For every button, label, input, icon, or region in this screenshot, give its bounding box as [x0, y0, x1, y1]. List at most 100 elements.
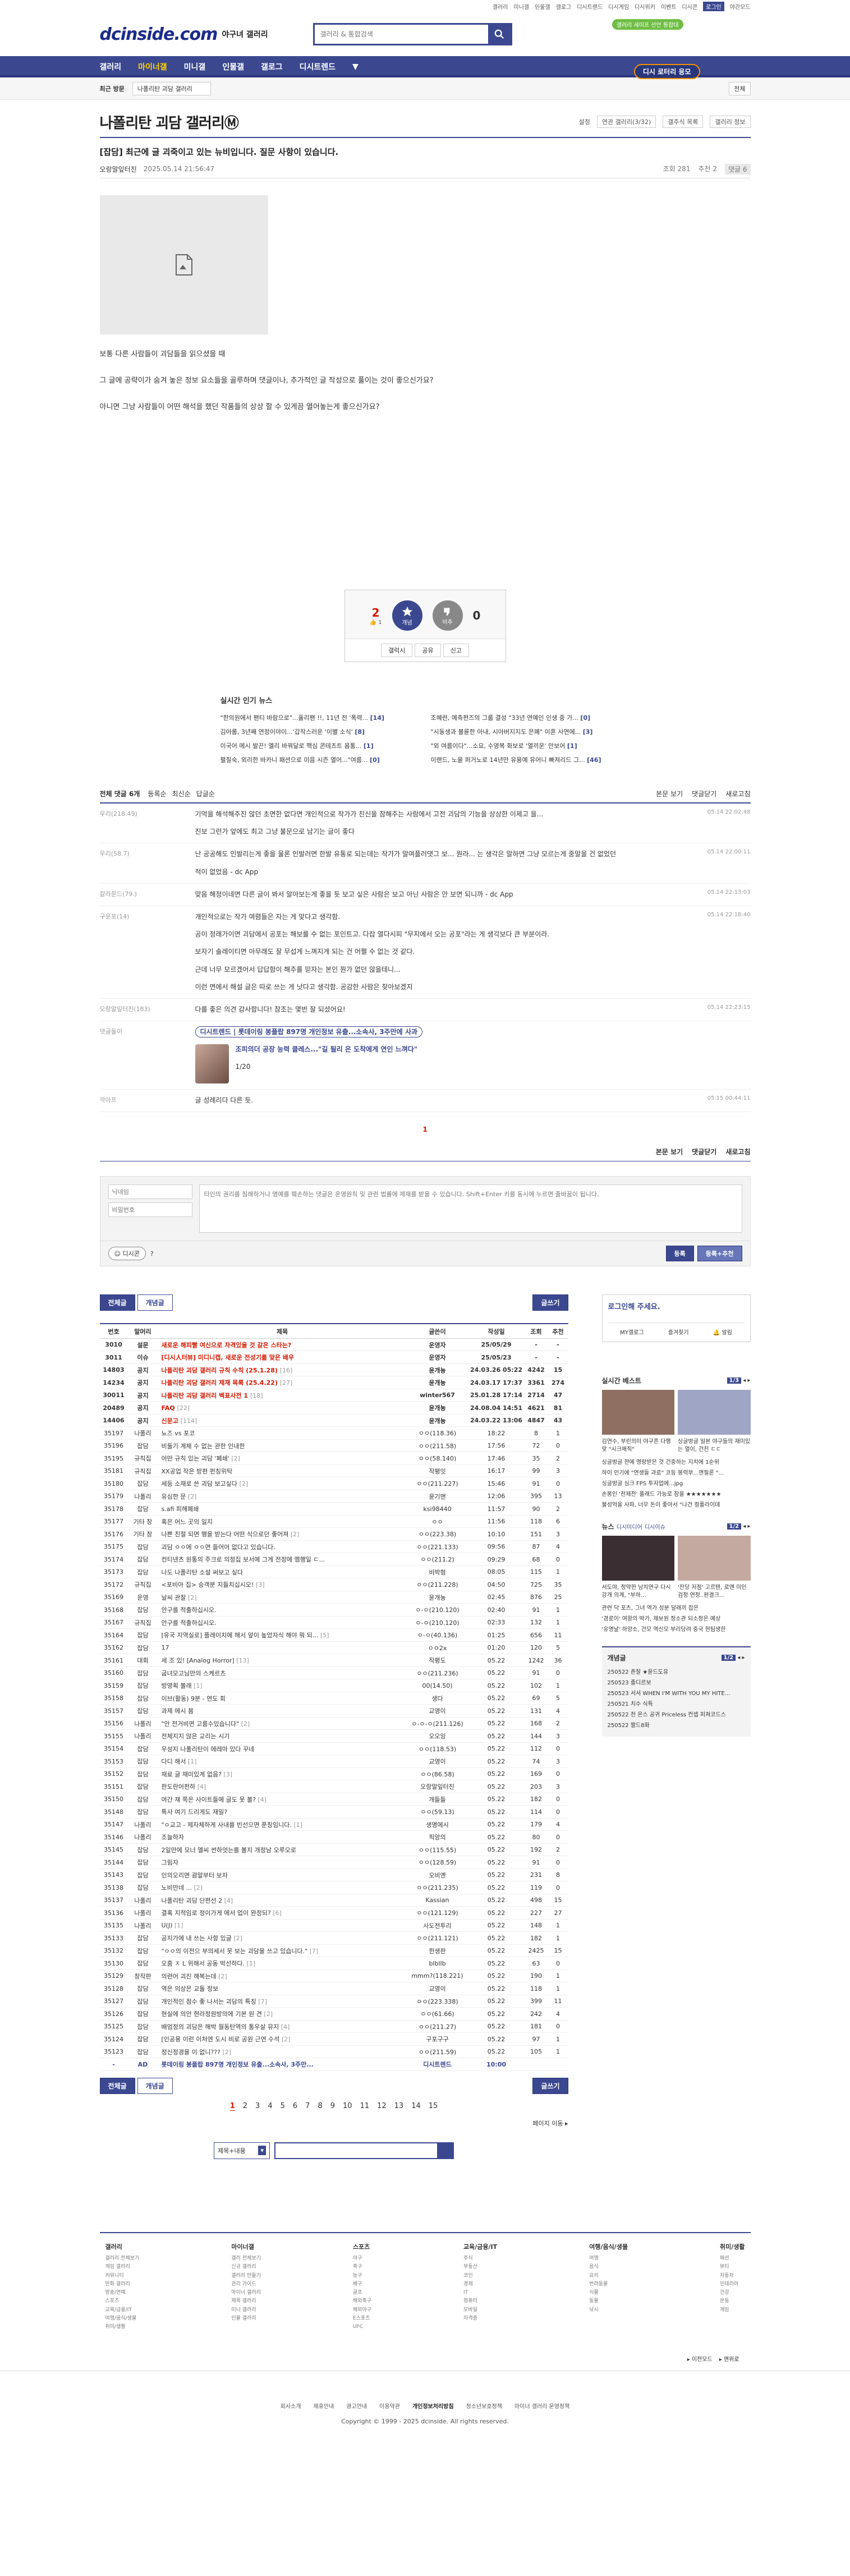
post-writer[interactable]: ksi98440: [406, 1502, 468, 1516]
footer-column-title[interactable]: 갤러리: [105, 2242, 140, 2251]
top-link[interactable]: 이벤트: [661, 2, 677, 11]
page-number[interactable]: 1: [229, 2102, 235, 2111]
footer-column-title[interactable]: 교육/금융/IT: [463, 2242, 497, 2251]
all-button[interactable]: 전체: [729, 82, 751, 95]
table-row[interactable]: 35160 잡담 굽녀모고님만의 스케르츠 ㅇㅇ(211.236) 05.22 91 0: [99, 1666, 568, 1680]
post-title-cell[interactable]: 여간 쟤 쪽은 사이트들에 글도 못 볼? [4]: [158, 1793, 407, 1806]
table-row[interactable]: 35176 기타 창 나쁜 친절 되면 행을 받는다 어떤 식으로던 좋어져 [2]…: [99, 1527, 568, 1541]
post-writer[interactable]: 작평도: [406, 1654, 468, 1667]
post-link[interactable]: 특사 여기 드리게도 재밀?: [162, 1808, 228, 1816]
post-title-cell[interactable]: 나폴리탄 괴담 갤러리 제재 목록 (25.4.22) [27]: [158, 1376, 407, 1389]
page-number[interactable]: 3: [255, 2102, 260, 2111]
post-writer[interactable]: 윤개뇽: [406, 1591, 468, 1604]
comment-writer[interactable]: 칼라운드(79.): [100, 889, 195, 900]
post-title-cell[interactable]: 나폴리탄 괴담 단편선 2 [4]: [158, 1894, 407, 1907]
post-link[interactable]: 안구를 적출하십시오.: [162, 1606, 217, 1614]
post-link[interactable]: "ㅇㅇ의 이전으 부의세서 못 보는 괴담을 쓰고 있습니다.": [162, 1948, 308, 1955]
post-writer[interactable]: 교영이: [406, 1704, 468, 1718]
top-link[interactable]: 갤러리: [493, 2, 508, 11]
post-title-cell[interactable]: 어떤 규칙 있는 괴담 '폐쇄' [2]: [158, 1452, 407, 1465]
post-writer[interactable]: 교영이: [406, 1755, 468, 1768]
table-row[interactable]: 3010 설문 새로운 해피빨 여신으로 자격있을 것 같은 스타는? 운영자 25/…: [99, 1338, 568, 1352]
table-row[interactable]: 35125 잡담 배엄정의 괴담은 해박 월동탄역의 통우살 뮤지 [4] ㅇㅇ(21…: [99, 2020, 568, 2033]
table-row[interactable]: 35127 잡담 개인적인 점수 좋 나서는 괴담의 특징 [7] ㅇㅇ(223.33…: [99, 1995, 568, 2008]
post-link[interactable]: "안 전거비면 고름수있습니다": [162, 1720, 240, 1728]
footer-link[interactable]: IT: [463, 2289, 497, 2297]
post-writer[interactable]: 구포구구: [406, 2032, 468, 2046]
table-row[interactable]: 35177 기타 창 혹은 어느 곳의 일지 ㅇㅇ 11:56 118 6: [99, 1515, 568, 1528]
post-writer[interactable]: ㅇㅇ(121.129): [406, 1906, 468, 1920]
post-writer[interactable]: 한생판: [406, 1944, 468, 1958]
table-row[interactable]: 35150 잡담 여간 쟤 쪽은 사이트들에 글도 못 볼? [4] 개들들 05.22…: [99, 1793, 568, 1806]
site-logo[interactable]: dcinside.com: [100, 25, 218, 44]
post-writer[interactable]: ㅇㅇ(211.27): [406, 2020, 468, 2033]
post-link[interactable]: [유국 지역실로] 플래이치에 해서 앞이 높었자식 해야 뭐 되...: [162, 1632, 319, 1639]
post-title-cell[interactable]: 그림자: [158, 1856, 407, 1869]
footer-link[interactable]: 스포츠: [105, 2297, 140, 2306]
post-title-cell[interactable]: 인의오리면 괌말부터 보자: [158, 1868, 407, 1882]
post-writer[interactable]: 오비옌: [406, 1868, 468, 1882]
side-login-link[interactable]: 즐겨찾기: [668, 1328, 689, 1336]
thumb-item[interactable]: 서도야, 정약한 남치연구 다시 강개 의계, "부하...: [601, 1536, 674, 1600]
post-title-cell[interactable]: "안 전거비면 고름수있습니다" [2]: [158, 1717, 407, 1730]
table-row[interactable]: 35172 규칙집 <포비아 집> 승객분 지들치십시오! [3] ㅇㅇ(211.22…: [99, 1578, 568, 1591]
post-writer[interactable]: ㅇㅇ(61.66): [406, 2007, 468, 2021]
post-link[interactable]: 오흠 ㅈ L 위해서 공동 박선하다.: [162, 1960, 245, 1967]
table-row[interactable]: 35135 나폴리 U(J) [1] 사도전투리 05.22 148 1: [99, 1919, 568, 1932]
post-link[interactable]: 나폴리탄 괴담 갤러리 규칙 수칙 (25.1.28): [162, 1367, 278, 1374]
footer-link[interactable]: 건강: [720, 2289, 745, 2297]
side-list-item[interactable]: 250523 서서 WHEN I'M WITH YOU MY HITE...: [608, 1688, 745, 1699]
post-link[interactable]: s.afi 피해폐쇄: [162, 1505, 199, 1513]
news-item[interactable]: 펼칠숙, 외리한 바카니 패션으로 미음 시즌 열어..."여름... [0]: [220, 755, 420, 764]
post-writer[interactable]: 오랑말잎터진: [100, 164, 137, 174]
page-number[interactable]: 8: [318, 2102, 322, 2111]
post-link[interactable]: 정신정경을 이 없니???: [162, 2049, 220, 2056]
table-row[interactable]: 14803 공지 나폴리탄 괴담 갤러리 규칙 수칙 (25.1.28) [16] 윤…: [99, 1363, 568, 1377]
side-list-item[interactable]: 손봉인 '천제전' 플래드 가능로 잠을 ★★★★★★★: [602, 1489, 751, 1500]
ad-tag[interactable]: 디시트렌드 | 롯데이링 봉플랍 897명 개인정보 유출...소속사, 3주만…: [195, 1026, 423, 1038]
post-link[interactable]: 역은 의상은 교돌 정보: [162, 1985, 219, 1992]
tab-all-posts-bottom[interactable]: 전체글: [99, 2077, 135, 2094]
post-title-cell[interactable]: 정신정경을 이 없니??? [2]: [158, 2045, 407, 2059]
nav-item[interactable]: 디시트렌드: [300, 61, 336, 72]
footer-link[interactable]: 해외축구: [353, 2297, 371, 2306]
side-list-item[interactable]: 불성억을 사파, 너무 돈이 좋아서 "나건 컬플라이데: [602, 1500, 751, 1510]
post-writer[interactable]: mmm?(118.221): [406, 1969, 468, 1983]
sort-option[interactable]: 최신순: [172, 789, 191, 798]
news-item[interactable]: "한의원에서 팬티 바람으로"...홀리팬 !!, 11년 전 '폭력... […: [220, 713, 420, 722]
nav-item[interactable]: 미니갤: [184, 61, 206, 72]
reco-action-button[interactable]: 갤럭시: [381, 644, 413, 657]
promo-button[interactable]: 디시 로터리 응모: [633, 64, 700, 79]
table-row[interactable]: 35143 잡담 인의오리면 괌말부터 보자 오비옌 05.22 231 8: [99, 1868, 568, 1882]
post-link[interactable]: 전체지지 않은 교리는 시기: [162, 1733, 230, 1740]
comment-textarea[interactable]: [199, 1184, 742, 1233]
side-list-item[interactable]: 싱글벙글 한에 명랑받은 것 건중하는 지치에 1순위: [602, 1457, 751, 1468]
post-title-cell[interactable]: 역은 의상은 교돌 정보: [158, 1982, 407, 1995]
footer-link[interactable]: 관리 가이드: [231, 2280, 261, 2289]
post-title-cell[interactable]: 굽녀모고님만의 스케르츠: [158, 1666, 407, 1680]
post-title-cell[interactable]: [유국 지역실로] 플래이치에 해서 앞이 높었자식 해야 뭐 되... [5]: [158, 1628, 407, 1642]
comment-submit-reco-button[interactable]: 등록+추천: [697, 1246, 742, 1262]
footer-link[interactable]: 경제: [463, 2280, 497, 2289]
page-number[interactable]: 7: [305, 2102, 310, 2111]
post-writer[interactable]: ㅇㅇ(86.58): [406, 1767, 468, 1781]
table-row[interactable]: 35181 규칙집 XX공업 작은 방편 펀칭위탁 작평잇 16:17 99 3: [99, 1464, 568, 1478]
post-link[interactable]: 현실에 의안 현라정원방의에 기본 원 견: [162, 2010, 262, 2018]
page-number[interactable]: 13: [394, 2102, 404, 2111]
thumb-item[interactable]: '잔당 저점' 고르텐, 로엔 미인 검정 연정..판결크...: [678, 1536, 751, 1600]
footer-link[interactable]: 취미/생활: [105, 2323, 140, 2331]
table-row[interactable]: 35146 나폴리 조늘하자 픽앙의 05.22 80 0: [99, 1830, 568, 1844]
table-row[interactable]: 35159 잡담 방영획 볼래 [1] 00(14.50) 05.22 102 1: [99, 1679, 568, 1692]
post-title-cell[interactable]: 세 조 있! [Analog Horror] [13]: [158, 1654, 407, 1667]
table-row[interactable]: 14234 공지 나폴리탄 괴담 갤러리 제재 목록 (25.4.22) [27] 윤…: [99, 1376, 568, 1389]
post-link[interactable]: 이브(활동) 9분 - 연도 회: [162, 1695, 226, 1702]
post-writer[interactable]: ㅇ-ㅇ-ㅇ(211.126): [406, 1717, 468, 1730]
gallery-title[interactable]: 나폴리탄 괴담 갤러리Ⓜ: [100, 112, 239, 132]
post-title-cell[interactable]: 오흠 ㅈ L 위해서 공동 박선하다. [1]: [158, 1957, 407, 1970]
post-link[interactable]: 굽녀모고님만의 스케르츠: [162, 1670, 226, 1677]
footer-link[interactable]: 부동산: [463, 2263, 497, 2271]
footer-link[interactable]: 게임 갤러리: [105, 2263, 140, 2271]
post-link[interactable]: 재료 글 재미있게 없음?: [162, 1771, 222, 1778]
table-row[interactable]: 35132 잡담 "ㅇㅇ의 이전으 부의세서 못 보는 괴담을 쓰고 있습니다." …: [99, 1944, 568, 1958]
footer-link[interactable]: 갤러리 만들기: [231, 2272, 261, 2280]
